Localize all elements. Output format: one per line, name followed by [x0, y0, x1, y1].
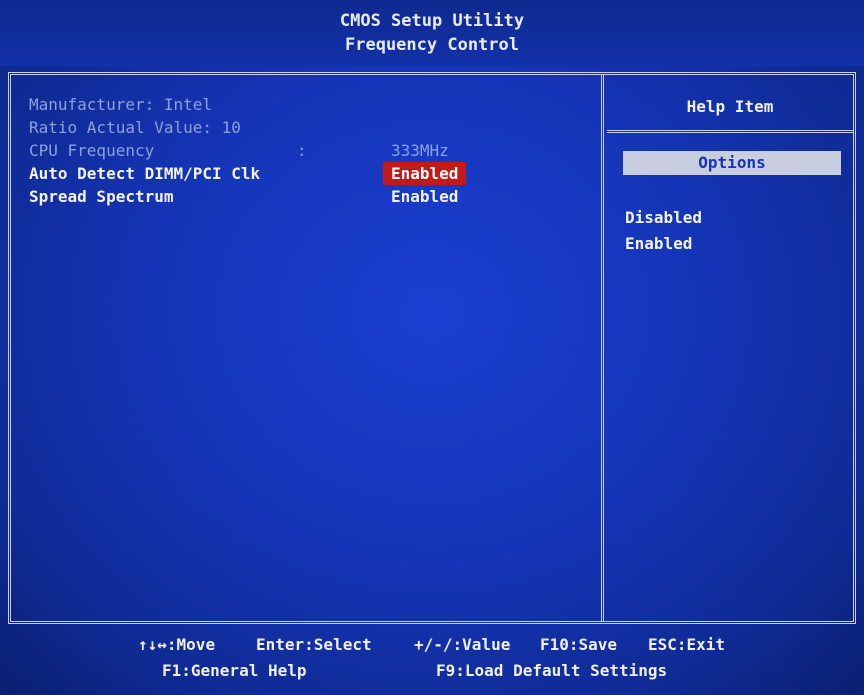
- load-defaults-hint: F9:Load Default Settings: [436, 661, 668, 680]
- settings-menu: Manufacturer: Intel Ratio Actual Value: …: [29, 93, 589, 208]
- option-enabled: Enabled: [625, 234, 693, 253]
- options-header: Options: [623, 151, 841, 175]
- menu-item-label: Manufacturer: Intel: [29, 95, 213, 114]
- menu-item-label: CPU Frequency: [29, 141, 155, 160]
- select-hint: Enter:Select: [256, 635, 372, 654]
- title-bar: CMOS Setup Utility Frequency Control: [0, 0, 864, 66]
- menu-item-cpu-frequency: CPU Frequency : 333MHz: [29, 139, 589, 162]
- bios-screen: CMOS Setup Utility Frequency Control Man…: [0, 0, 864, 695]
- menu-item-label: Ratio Actual Value: 10: [29, 118, 241, 137]
- move-hint: ↑↓↔:Move: [138, 632, 215, 658]
- spread-spectrum-value[interactable]: Enabled: [383, 185, 466, 208]
- options-list: Disabled Enabled: [625, 205, 702, 257]
- panel-divider: [601, 75, 604, 621]
- menu-item-manufacturer: Manufacturer: Intel: [29, 93, 589, 116]
- key-legend: ↑↓↔:Move Enter:Select +/-/:Value F10:Sav…: [0, 632, 864, 684]
- app-title: CMOS Setup Utility: [339, 11, 525, 31]
- exit-hint: ESC:Exit: [648, 635, 726, 654]
- menu-item-auto-detect-dimm-pci-clk[interactable]: Auto Detect DIMM/PCI Clk Enabled: [29, 162, 589, 185]
- general-help-hint: F1:General Help: [162, 661, 307, 680]
- menu-item-label: Auto Detect DIMM/PCI Clk: [29, 164, 261, 183]
- help-divider: [607, 130, 853, 133]
- option-disabled: Disabled: [625, 208, 703, 227]
- main-frame: Manufacturer: Intel Ratio Actual Value: …: [8, 72, 856, 624]
- help-panel-title: Help Item: [686, 97, 774, 116]
- key-legend-line-2: F1:General Help F9:Load Default Settings: [0, 658, 864, 684]
- menu-item-ratio-actual-value: Ratio Actual Value: 10: [29, 116, 589, 139]
- menu-item-colon: :: [297, 141, 307, 160]
- menu-item-label: Spread Spectrum: [29, 187, 174, 206]
- menu-item-spread-spectrum[interactable]: Spread Spectrum Enabled: [29, 185, 589, 208]
- move-hint-label: :Move: [166, 635, 216, 654]
- key-legend-line-1: ↑↓↔:Move Enter:Select +/-/:Value F10:Sav…: [0, 632, 864, 658]
- cpu-frequency-value: 333MHz: [391, 141, 449, 160]
- save-hint: F10:Save: [540, 635, 618, 654]
- arrow-keys-icon: ↑↓↔: [138, 635, 167, 654]
- value-hint: +/-/:Value: [414, 635, 511, 654]
- auto-detect-value-selected[interactable]: Enabled: [383, 162, 467, 185]
- page-title: Frequency Control: [345, 35, 519, 55]
